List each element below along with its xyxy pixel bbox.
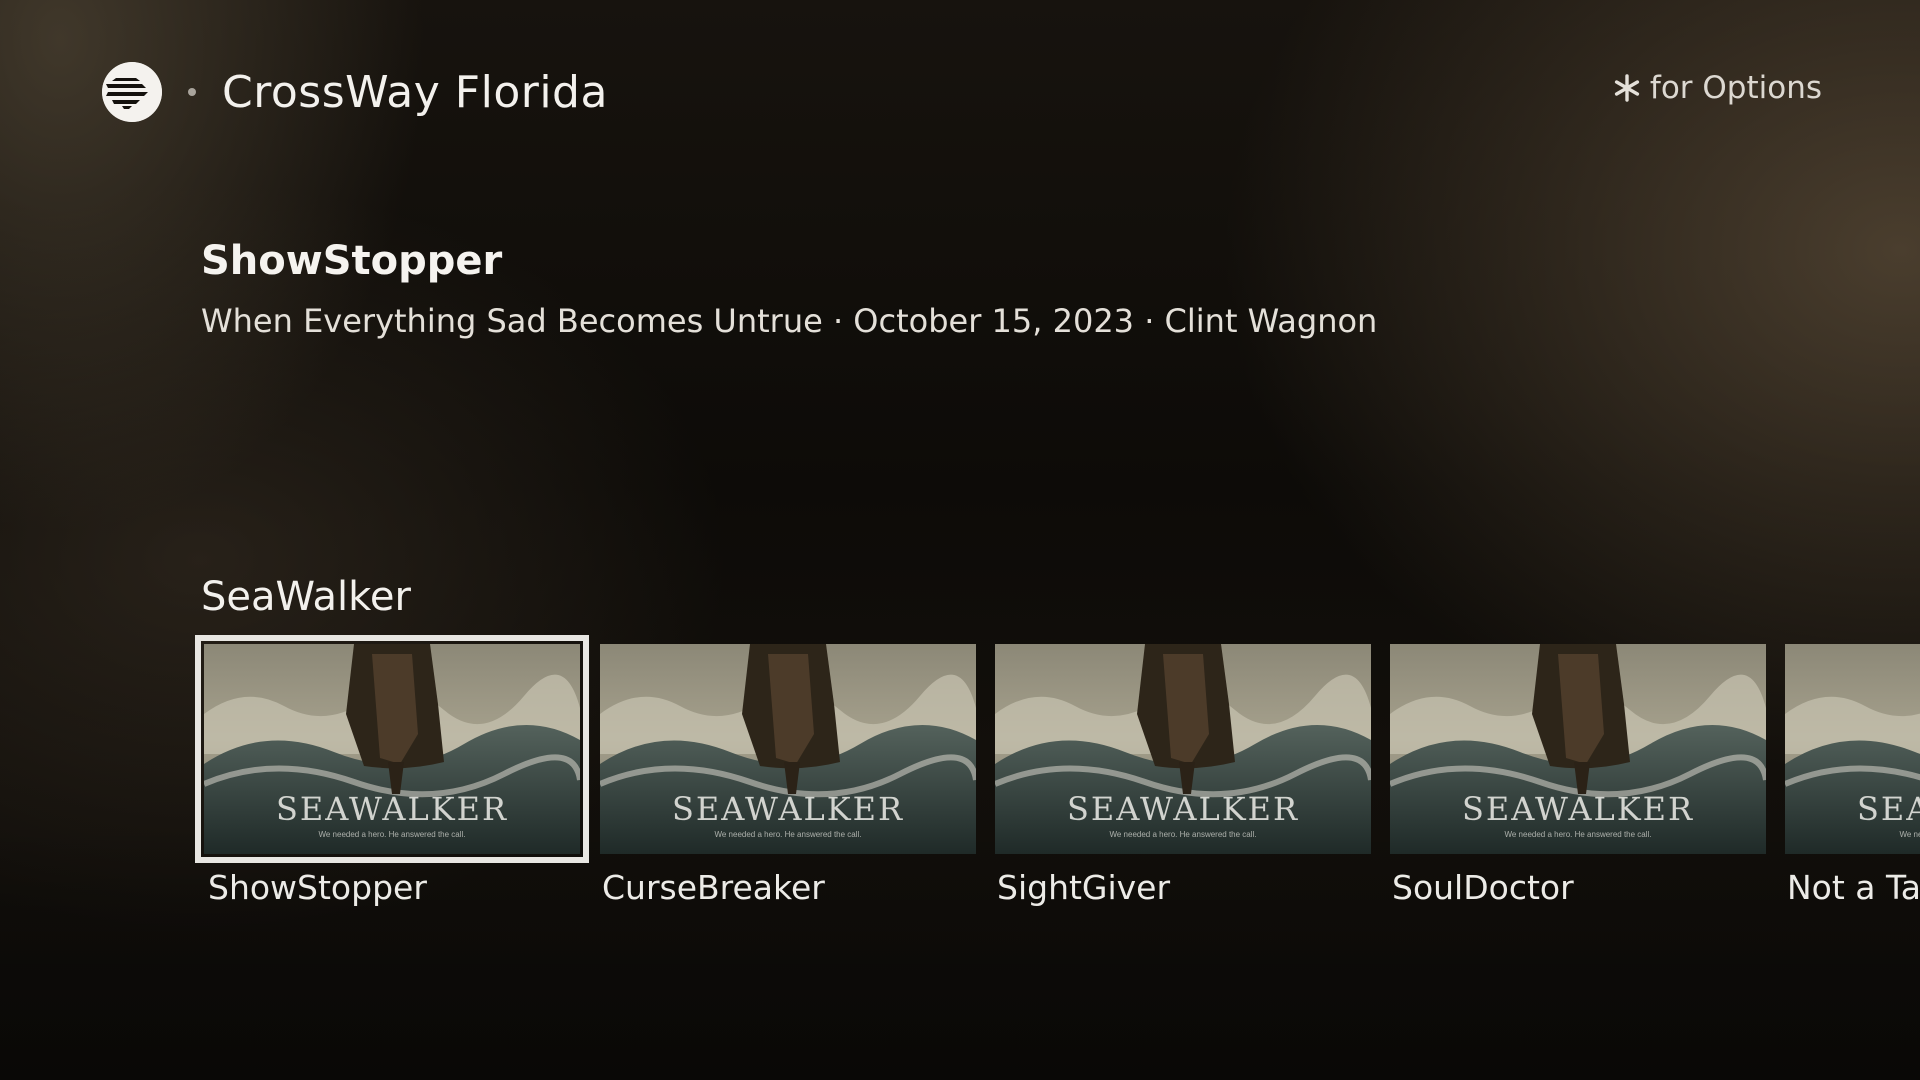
- tile-thumbnail: SEAWALKER We needed a hero. He answered …: [1785, 644, 1920, 854]
- app-title: CrossWay Florida: [222, 66, 608, 118]
- tile-souldoctor[interactable]: SEAWALKER We needed a hero. He answered …: [1390, 644, 1766, 907]
- tile-art-title: SEAWALKER: [1066, 790, 1300, 828]
- tile-art-title: SEAWALKER: [671, 790, 905, 828]
- tile-art-tagline: We needed a hero. He answered the call.: [1899, 830, 1920, 839]
- featured-info: ShowStopper When Everything Sad Becomes …: [201, 238, 1701, 340]
- tile-label: CurseBreaker: [602, 868, 825, 907]
- tile-art-title: SEAWALKER: [1856, 790, 1920, 828]
- tile-art-title: SEAWALKER: [1461, 790, 1695, 828]
- screen: CrossWay Florida for Options ShowStopper…: [0, 0, 1920, 1080]
- header: CrossWay Florida: [102, 62, 608, 122]
- tile-label: SoulDoctor: [1392, 868, 1574, 907]
- featured-meta: When Everything Sad Becomes Untrue · Oct…: [201, 302, 1378, 340]
- row-title: SeaWalker: [201, 574, 411, 620]
- tile-thumbnail: SEAWALKER We needed a hero. He answered …: [995, 644, 1371, 854]
- asterisk-icon: [1614, 74, 1640, 102]
- crossway-logo-icon: [102, 62, 162, 122]
- tile-sightgiver[interactable]: SEAWALKER We needed a hero. He answered …: [995, 644, 1371, 907]
- header-separator-dot: [188, 88, 196, 96]
- tile-label: ShowStopper: [208, 868, 427, 907]
- tile-thumbnail: SEAWALKER We needed a hero. He answered …: [195, 635, 589, 863]
- tile-art-tagline: We needed a hero. He answered the call.: [1109, 830, 1257, 839]
- options-hint: for Options: [1612, 70, 1822, 106]
- tile-thumbnail: SEAWALKER We needed a hero. He answered …: [1390, 644, 1766, 854]
- tile-label: SightGiver: [997, 868, 1171, 907]
- tile-cursebreaker[interactable]: SEAWALKER We needed a hero. He answered …: [600, 644, 976, 907]
- tile-art-tagline: We needed a hero. He answered the call.: [318, 830, 466, 839]
- tile-label: Not a Ta: [1787, 868, 1920, 907]
- tile-thumbnail: SEAWALKER We needed a hero. He answered …: [600, 644, 976, 854]
- options-hint-label: for Options: [1649, 70, 1822, 106]
- tile-art-title: SEAWALKER: [275, 790, 509, 828]
- featured-title: ShowStopper: [201, 238, 503, 284]
- tile-not-a-ta[interactable]: SEAWALKER We needed a hero. He answered …: [1785, 644, 1920, 907]
- tile-art-tagline: We needed a hero. He answered the call.: [1504, 830, 1652, 839]
- tile-showstopper[interactable]: SEAWALKER We needed a hero. He answered …: [195, 635, 589, 907]
- tile-art-tagline: We needed a hero. He answered the call.: [714, 830, 862, 839]
